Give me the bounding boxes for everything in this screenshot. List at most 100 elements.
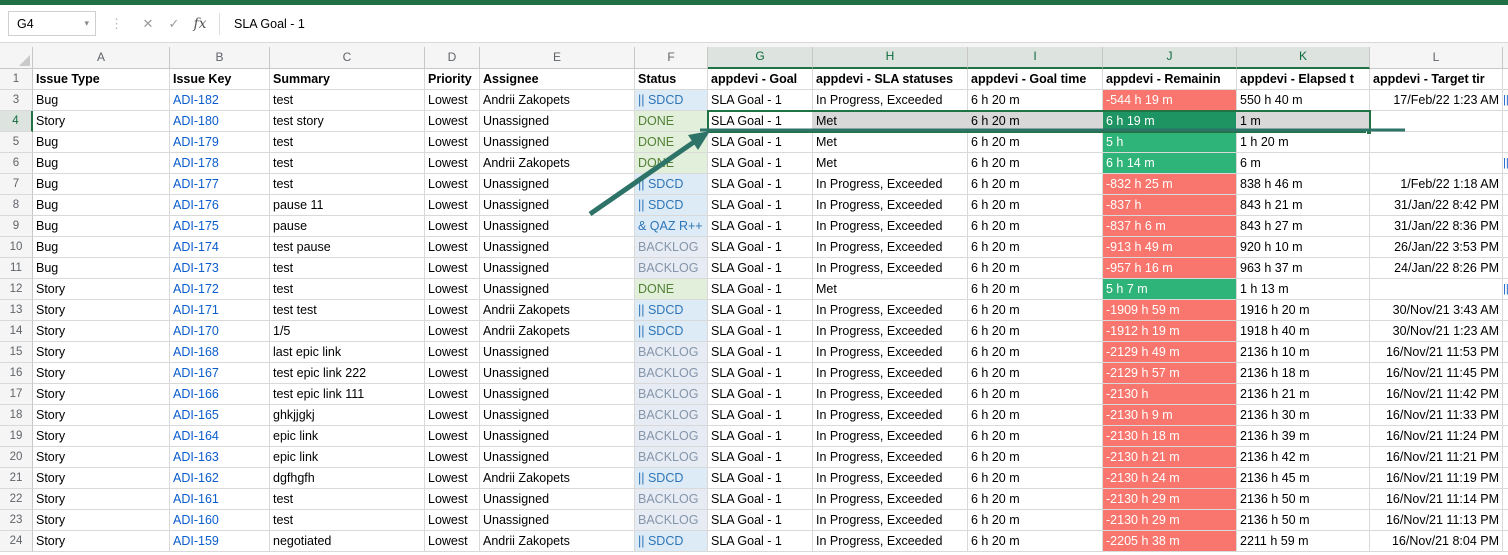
cell-J7[interactable]: -832 h 25 m bbox=[1103, 174, 1237, 195]
cell-B5[interactable]: ADI-179 bbox=[170, 132, 270, 153]
cell-C19[interactable]: epic link bbox=[270, 426, 425, 447]
cell-K7[interactable]: 838 h 46 m bbox=[1237, 174, 1370, 195]
cell-K23[interactable]: 2136 h 50 m bbox=[1237, 510, 1370, 531]
cell-I20[interactable]: 6 h 20 m bbox=[968, 447, 1103, 468]
cell-F24[interactable]: || SDCD bbox=[635, 531, 708, 552]
column-header-G[interactable]: G bbox=[708, 47, 813, 69]
column-header-C[interactable]: C bbox=[270, 47, 425, 69]
fill-handle[interactable] bbox=[1366, 129, 1372, 135]
cell-I3[interactable]: 6 h 20 m bbox=[968, 90, 1103, 111]
cell-F18[interactable]: BACKLOG bbox=[635, 405, 708, 426]
cell-D18[interactable]: Lowest bbox=[425, 405, 480, 426]
row-header-5[interactable]: 5 bbox=[0, 132, 33, 153]
cell-C4[interactable]: test story bbox=[270, 111, 425, 132]
name-box[interactable]: G4 ▾ bbox=[8, 11, 96, 36]
row-header-6[interactable]: 6 bbox=[0, 153, 33, 174]
cell-B15[interactable]: ADI-168 bbox=[170, 342, 270, 363]
cell-B18[interactable]: ADI-165 bbox=[170, 405, 270, 426]
cell-J16[interactable]: -2129 h 57 m bbox=[1103, 363, 1237, 384]
cell-M23-clipped[interactable] bbox=[1503, 510, 1508, 531]
cell-L10[interactable]: 26/Jan/22 3:53 PM bbox=[1370, 237, 1503, 258]
cell-F13[interactable]: || SDCD bbox=[635, 300, 708, 321]
cell-M18-clipped[interactable] bbox=[1503, 405, 1508, 426]
cell-A24[interactable]: Story bbox=[33, 531, 170, 552]
cell-G1[interactable]: appdevi - Goal bbox=[708, 69, 813, 90]
cell-K15[interactable]: 2136 h 10 m bbox=[1237, 342, 1370, 363]
cell-D7[interactable]: Lowest bbox=[425, 174, 480, 195]
cell-K18[interactable]: 2136 h 30 m bbox=[1237, 405, 1370, 426]
cell-J13[interactable]: -1909 h 59 m bbox=[1103, 300, 1237, 321]
cell-M6-clipped[interactable]: || bbox=[1503, 153, 1508, 174]
cell-K13[interactable]: 1916 h 20 m bbox=[1237, 300, 1370, 321]
cell-B16[interactable]: ADI-167 bbox=[170, 363, 270, 384]
cell-A17[interactable]: Story bbox=[33, 384, 170, 405]
cell-D3[interactable]: Lowest bbox=[425, 90, 480, 111]
cell-E16[interactable]: Unassigned bbox=[480, 363, 635, 384]
cell-C24[interactable]: negotiated bbox=[270, 531, 425, 552]
cell-H24[interactable]: In Progress, Exceeded bbox=[813, 531, 968, 552]
cell-B14[interactable]: ADI-170 bbox=[170, 321, 270, 342]
cell-L5[interactable] bbox=[1370, 132, 1503, 153]
cell-C9[interactable]: pause bbox=[270, 216, 425, 237]
cell-J18[interactable]: -2130 h 9 m bbox=[1103, 405, 1237, 426]
cell-L9[interactable]: 31/Jan/22 8:36 PM bbox=[1370, 216, 1503, 237]
cell-F23[interactable]: BACKLOG bbox=[635, 510, 708, 531]
cell-L8[interactable]: 31/Jan/22 8:42 PM bbox=[1370, 195, 1503, 216]
cell-M4-clipped[interactable] bbox=[1503, 111, 1508, 132]
cell-B21[interactable]: ADI-162 bbox=[170, 468, 270, 489]
column-header-B[interactable]: B bbox=[170, 47, 270, 69]
cell-G11[interactable]: SLA Goal - 1 bbox=[708, 258, 813, 279]
cell-D12[interactable]: Lowest bbox=[425, 279, 480, 300]
cell-H23[interactable]: In Progress, Exceeded bbox=[813, 510, 968, 531]
cell-H7[interactable]: In Progress, Exceeded bbox=[813, 174, 968, 195]
cell-A1[interactable]: Issue Type bbox=[33, 69, 170, 90]
cell-F20[interactable]: BACKLOG bbox=[635, 447, 708, 468]
cell-K10[interactable]: 920 h 10 m bbox=[1237, 237, 1370, 258]
cell-B19[interactable]: ADI-164 bbox=[170, 426, 270, 447]
cell-H20[interactable]: In Progress, Exceeded bbox=[813, 447, 968, 468]
cell-A12[interactable]: Story bbox=[33, 279, 170, 300]
cell-A19[interactable]: Story bbox=[33, 426, 170, 447]
cell-C11[interactable]: test bbox=[270, 258, 425, 279]
cell-E11[interactable]: Unassigned bbox=[480, 258, 635, 279]
row-header-10[interactable]: 10 bbox=[0, 237, 33, 258]
cell-J22[interactable]: -2130 h 29 m bbox=[1103, 489, 1237, 510]
cell-M3-clipped[interactable]: || bbox=[1503, 90, 1508, 111]
cell-L21[interactable]: 16/Nov/21 11:19 PM bbox=[1370, 468, 1503, 489]
cell-G8[interactable]: SLA Goal - 1 bbox=[708, 195, 813, 216]
cell-E17[interactable]: Unassigned bbox=[480, 384, 635, 405]
cell-M14-clipped[interactable] bbox=[1503, 321, 1508, 342]
cell-A15[interactable]: Story bbox=[33, 342, 170, 363]
cell-C23[interactable]: test bbox=[270, 510, 425, 531]
cell-C8[interactable]: pause 11 bbox=[270, 195, 425, 216]
cell-H13[interactable]: In Progress, Exceeded bbox=[813, 300, 968, 321]
cell-D9[interactable]: Lowest bbox=[425, 216, 480, 237]
cell-D19[interactable]: Lowest bbox=[425, 426, 480, 447]
cell-M13-clipped[interactable] bbox=[1503, 300, 1508, 321]
cell-M20-clipped[interactable] bbox=[1503, 447, 1508, 468]
cell-G16[interactable]: SLA Goal - 1 bbox=[708, 363, 813, 384]
cell-C1[interactable]: Summary bbox=[270, 69, 425, 90]
cell-J6[interactable]: 6 h 14 m bbox=[1103, 153, 1237, 174]
cell-I15[interactable]: 6 h 20 m bbox=[968, 342, 1103, 363]
cell-G17[interactable]: SLA Goal - 1 bbox=[708, 384, 813, 405]
cell-L12[interactable] bbox=[1370, 279, 1503, 300]
cell-K9[interactable]: 843 h 27 m bbox=[1237, 216, 1370, 237]
cell-M7-clipped[interactable] bbox=[1503, 174, 1508, 195]
cell-C3[interactable]: test bbox=[270, 90, 425, 111]
cell-H5[interactable]: Met bbox=[813, 132, 968, 153]
cell-A6[interactable]: Bug bbox=[33, 153, 170, 174]
cell-A11[interactable]: Bug bbox=[33, 258, 170, 279]
cell-A4[interactable]: Story bbox=[33, 111, 170, 132]
cell-A23[interactable]: Story bbox=[33, 510, 170, 531]
cell-L4[interactable] bbox=[1370, 111, 1503, 132]
cell-I21[interactable]: 6 h 20 m bbox=[968, 468, 1103, 489]
cell-M24-clipped[interactable] bbox=[1503, 531, 1508, 552]
cell-H16[interactable]: In Progress, Exceeded bbox=[813, 363, 968, 384]
cell-M12-clipped[interactable]: || bbox=[1503, 279, 1508, 300]
cell-E24[interactable]: Andrii Zakopets bbox=[480, 531, 635, 552]
cell-G22[interactable]: SLA Goal - 1 bbox=[708, 489, 813, 510]
cell-K19[interactable]: 2136 h 39 m bbox=[1237, 426, 1370, 447]
cell-E12[interactable]: Unassigned bbox=[480, 279, 635, 300]
cell-K12[interactable]: 1 h 13 m bbox=[1237, 279, 1370, 300]
